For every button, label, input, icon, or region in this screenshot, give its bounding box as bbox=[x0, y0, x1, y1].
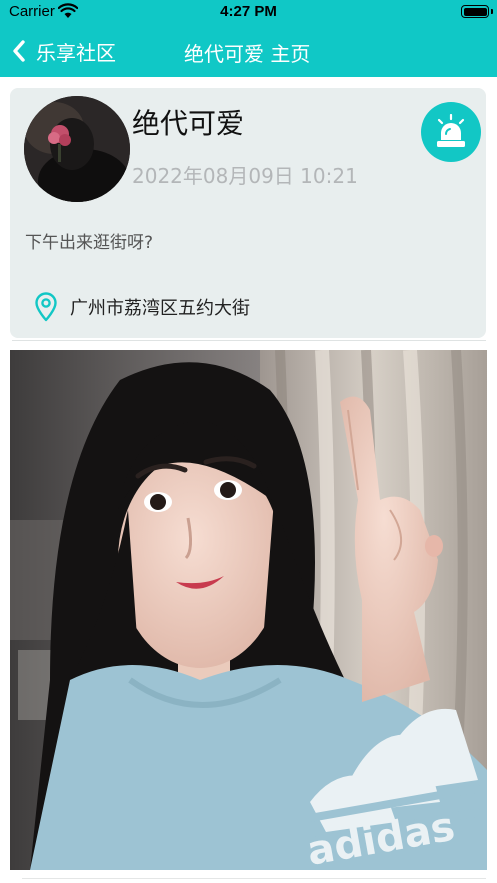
battery-tip bbox=[491, 9, 493, 14]
post-card: 绝代可爱 2022年08月09日 10:21 下午出来逛街呀? 广州市荔湾区五约… bbox=[10, 88, 486, 338]
avatar[interactable] bbox=[24, 96, 130, 202]
status-bar: Carrier 4:27 PM bbox=[0, 0, 497, 26]
back-label: 乐享社区 bbox=[36, 40, 116, 65]
post-timestamp: 2022年08月09日 10:21 bbox=[132, 164, 358, 188]
location-pin-icon bbox=[35, 292, 57, 322]
location-text: 广州市荔湾区五约大街 bbox=[70, 298, 250, 319]
post-text: 下午出来逛街呀? bbox=[25, 233, 154, 253]
navigation-bar: 乐享社区 绝代可爱 主页 bbox=[0, 28, 497, 74]
alarm-siren-icon bbox=[437, 114, 465, 147]
divider bbox=[12, 340, 486, 341]
back-button[interactable]: 乐享社区 bbox=[10, 36, 116, 66]
clock: 4:27 PM bbox=[220, 3, 277, 20]
report-button[interactable] bbox=[421, 102, 481, 162]
post-photo[interactable]: adidas bbox=[10, 350, 487, 870]
battery-icon bbox=[461, 5, 489, 18]
username: 绝代可爱 bbox=[132, 107, 245, 140]
location-row[interactable]: 广州市荔湾区五约大街 bbox=[34, 292, 250, 322]
page-title: 绝代可爱 主页 bbox=[184, 42, 311, 66]
chevron-left-icon bbox=[13, 40, 25, 62]
bottom-divider bbox=[22, 878, 486, 879]
